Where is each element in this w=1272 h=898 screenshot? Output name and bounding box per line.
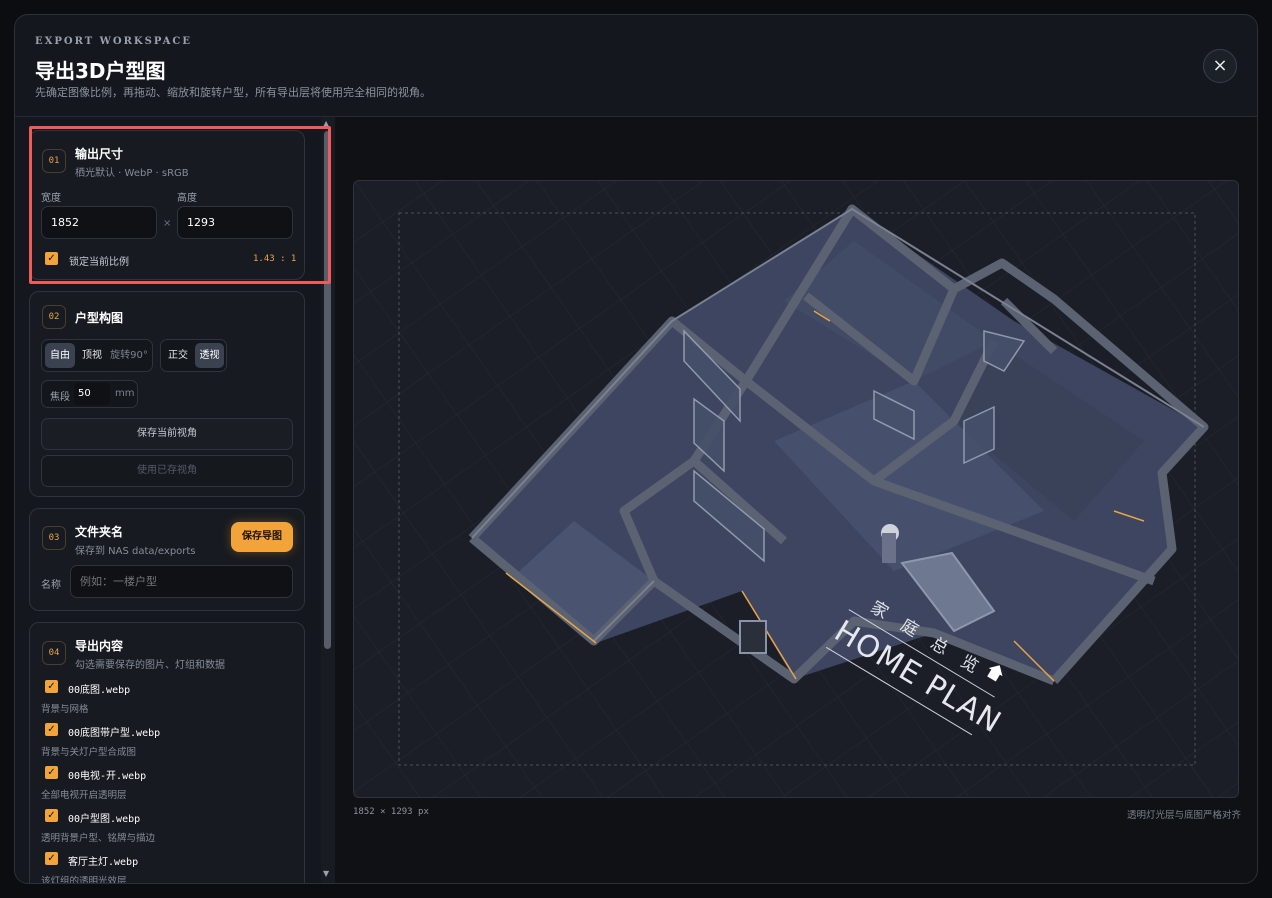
step-badge: 01 xyxy=(42,149,66,173)
width-input[interactable]: 1852 xyxy=(41,206,157,239)
height-input[interactable]: 1293 xyxy=(177,206,293,239)
item-checkbox[interactable]: ✓ xyxy=(45,723,58,736)
export-item-desc: 全部电视开启透明层 xyxy=(41,790,127,801)
item-checkbox[interactable]: ✓ xyxy=(45,766,58,779)
settings-sidebar: 01 输出尺寸 栖光默认 · WebP · sRGB 宽度 高度 1852 × … xyxy=(15,117,321,884)
step-badge: 03 xyxy=(42,526,66,550)
close-icon: × xyxy=(1212,55,1228,76)
orthographic-button[interactable]: 正交 xyxy=(164,343,192,368)
preview-area: 家 庭 总 览 HOME PLAN 1852 × 1293 px 透明灯光层与底… xyxy=(335,117,1257,883)
export-item-name: 00底图带户型.webp xyxy=(68,728,161,739)
item-checkbox[interactable]: ✓ xyxy=(45,852,58,865)
card-subtitle: 保存到 NAS data/exports xyxy=(75,546,196,557)
focal-length-field: 焦段 50 mm xyxy=(41,380,138,408)
dialog-header: EXPORT WORKSPACE 导出3D户型图 先确定图像比例，再拖动、缩放和… xyxy=(15,15,1257,117)
view-mode-group: 自由 顶视 旋转90° xyxy=(41,339,153,372)
alignment-note: 透明灯光层与底图严格对齐 xyxy=(1126,810,1241,821)
card-title: 户型构图 xyxy=(75,311,124,325)
composition-card: 02 户型构图 自由 顶视 旋转90° 正交 透视 焦段 50 mm 保存当前视… xyxy=(29,291,305,497)
name-label: 名称 xyxy=(41,580,61,591)
export-item-desc: 背景与网格 xyxy=(41,704,89,715)
rotate-90-button[interactable]: 旋转90° xyxy=(108,343,150,368)
times-separator: × xyxy=(163,218,172,229)
dialog-subtitle: 先确定图像比例，再拖动、缩放和旋转户型，所有导出层将使用完全相同的视角。 xyxy=(35,86,431,99)
output-size-card: 01 输出尺寸 栖光默认 · WebP · sRGB 宽度 高度 1852 × … xyxy=(29,130,305,280)
lock-ratio-checkbox[interactable]: ✓ xyxy=(45,252,58,265)
focal-label: 焦段 xyxy=(50,392,70,403)
export-content-card: 04 导出内容 勾选需要保存的图片、灯组和数据 ✓ 00底图.webp 背景与网… xyxy=(29,622,305,884)
item-checkbox[interactable]: ✓ xyxy=(45,809,58,822)
width-label: 宽度 xyxy=(41,193,61,204)
card-subtitle: 栖光默认 · WebP · sRGB xyxy=(75,168,189,179)
floorplan-canvas[interactable]: 家 庭 总 览 HOME PLAN xyxy=(353,180,1239,798)
save-export-button[interactable]: 保存导图 xyxy=(231,522,293,552)
card-subtitle: 勾选需要保存的图片、灯组和数据 xyxy=(75,660,225,671)
close-button[interactable]: × xyxy=(1203,49,1237,83)
step-badge: 02 xyxy=(42,305,66,329)
folder-card: 03 文件夹名 保存到 NAS data/exports 保存导图 名称 xyxy=(29,508,305,611)
card-title: 输出尺寸 xyxy=(75,147,124,161)
perspective-button[interactable]: 透视 xyxy=(195,343,224,368)
item-checkbox[interactable]: ✓ xyxy=(45,680,58,693)
export-item-name: 00电视-开.webp xyxy=(68,771,147,782)
height-label: 高度 xyxy=(177,193,197,204)
export-item-desc: 背景与关灯户型合成图 xyxy=(41,747,137,758)
projection-group: 正交 透视 xyxy=(160,339,227,372)
dialog-title: 导出3D户型图 xyxy=(35,59,166,83)
export-item-desc: 透明背景户型、铭牌与描边 xyxy=(41,833,156,844)
eyebrow-label: EXPORT WORKSPACE xyxy=(35,36,192,47)
ratio-readout: 1.43 : 1 xyxy=(253,254,297,264)
focal-input[interactable]: 50 xyxy=(74,383,110,405)
save-view-button[interactable]: 保存当前视角 xyxy=(41,418,293,450)
view-free-button[interactable]: 自由 xyxy=(45,343,75,368)
step-badge: 04 xyxy=(42,641,66,665)
card-title: 导出内容 xyxy=(75,639,124,653)
card-title: 文件夹名 xyxy=(75,525,124,539)
export-item-name: 00底图.webp xyxy=(68,685,131,696)
export-item-desc: 该灯组的透明光效层 xyxy=(41,876,127,884)
export-dialog: EXPORT WORKSPACE 导出3D户型图 先确定图像比例，再拖动、缩放和… xyxy=(14,14,1258,884)
export-item-name: 客厅主灯.webp xyxy=(68,857,139,868)
lock-ratio-label: 锁定当前比例 xyxy=(69,257,129,268)
use-saved-view-button[interactable]: 使用已存视角 xyxy=(41,455,293,487)
view-top-button[interactable]: 顶视 xyxy=(77,343,107,368)
export-item-name: 00户型图.webp xyxy=(68,814,141,825)
scroll-down-icon[interactable]: ▼ xyxy=(323,869,329,878)
output-dimensions: 1852 × 1293 px xyxy=(353,807,429,817)
scrollbar-thumb[interactable] xyxy=(324,131,331,649)
folder-name-input[interactable] xyxy=(70,565,293,598)
sidebar-scrollbar[interactable]: ▲ ▼ xyxy=(321,117,335,883)
floorplan-3d-render: 家 庭 总 览 HOME PLAN xyxy=(354,181,1238,797)
focal-unit: mm xyxy=(115,388,135,399)
scroll-up-icon[interactable]: ▲ xyxy=(323,119,329,128)
